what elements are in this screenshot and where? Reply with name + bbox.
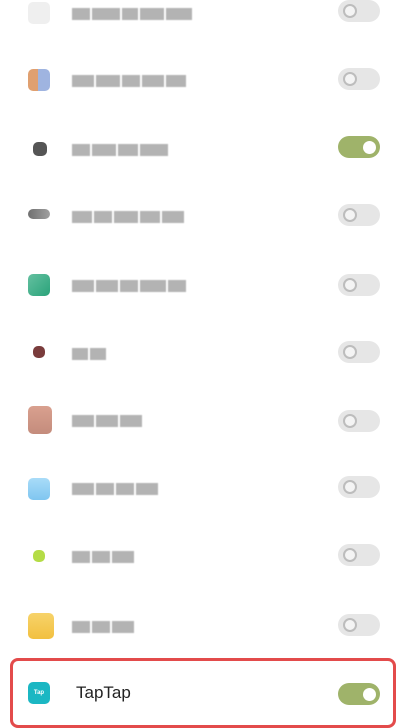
app-toggle[interactable] — [338, 544, 380, 566]
app-icon — [33, 142, 47, 156]
app-icon — [28, 613, 54, 639]
toggle-knob — [343, 4, 357, 18]
toggle-knob — [363, 687, 376, 701]
app-toggle[interactable] — [338, 410, 380, 432]
app-name-blurred — [72, 210, 186, 223]
app-toggle[interactable] — [338, 68, 380, 90]
app-toggle[interactable] — [338, 204, 380, 226]
app-icon — [28, 274, 50, 296]
app-name-blurred — [72, 74, 188, 87]
app-row[interactable] — [0, 386, 400, 454]
app-row[interactable] — [0, 522, 400, 590]
app-toggle[interactable] — [338, 136, 380, 158]
app-row[interactable] — [0, 454, 400, 522]
app-icon — [28, 209, 50, 219]
toggle-knob — [363, 140, 376, 154]
app-row[interactable] — [0, 45, 400, 113]
toggle-knob — [343, 345, 357, 359]
toggle-knob — [343, 618, 357, 632]
app-toggle[interactable] — [338, 341, 380, 363]
app-toggle[interactable] — [338, 274, 380, 296]
app-name-blurred — [72, 7, 194, 20]
app-name-label: TapTap — [76, 683, 131, 702]
app-row[interactable] — [0, 114, 400, 182]
app-toggle-list: Tap TapTap — [0, 0, 400, 728]
app-toggle[interactable] — [338, 476, 380, 498]
app-name-blurred — [72, 482, 160, 495]
app-row-taptap[interactable]: Tap TapTap — [0, 660, 400, 728]
app-toggle[interactable] — [338, 683, 380, 705]
app-icon — [28, 406, 52, 434]
app-icon — [33, 550, 45, 562]
app-row[interactable] — [0, 181, 400, 249]
app-name-blurred — [72, 550, 136, 563]
app-icon — [28, 2, 50, 24]
app-icon — [33, 346, 45, 358]
app-name-blurred — [72, 620, 136, 633]
app-name-blurred — [72, 279, 188, 292]
toggle-knob — [343, 548, 357, 562]
app-icon — [28, 69, 50, 91]
app-name-blurred — [72, 347, 108, 360]
app-toggle[interactable] — [338, 614, 380, 636]
taptap-icon-text: Tap — [33, 690, 45, 696]
toggle-knob — [343, 480, 357, 494]
app-row[interactable] — [0, 592, 400, 660]
taptap-app-icon: Tap — [28, 682, 50, 704]
toggle-knob — [343, 72, 357, 86]
app-row[interactable] — [0, 0, 400, 46]
toggle-knob — [343, 414, 357, 428]
app-toggle[interactable] — [338, 0, 380, 22]
app-row[interactable] — [0, 250, 400, 318]
app-name-blurred — [72, 143, 170, 156]
toggle-knob — [343, 208, 357, 222]
toggle-knob — [343, 278, 357, 292]
app-icon — [28, 478, 50, 500]
app-name-blurred — [72, 414, 144, 427]
app-row[interactable] — [0, 318, 400, 386]
